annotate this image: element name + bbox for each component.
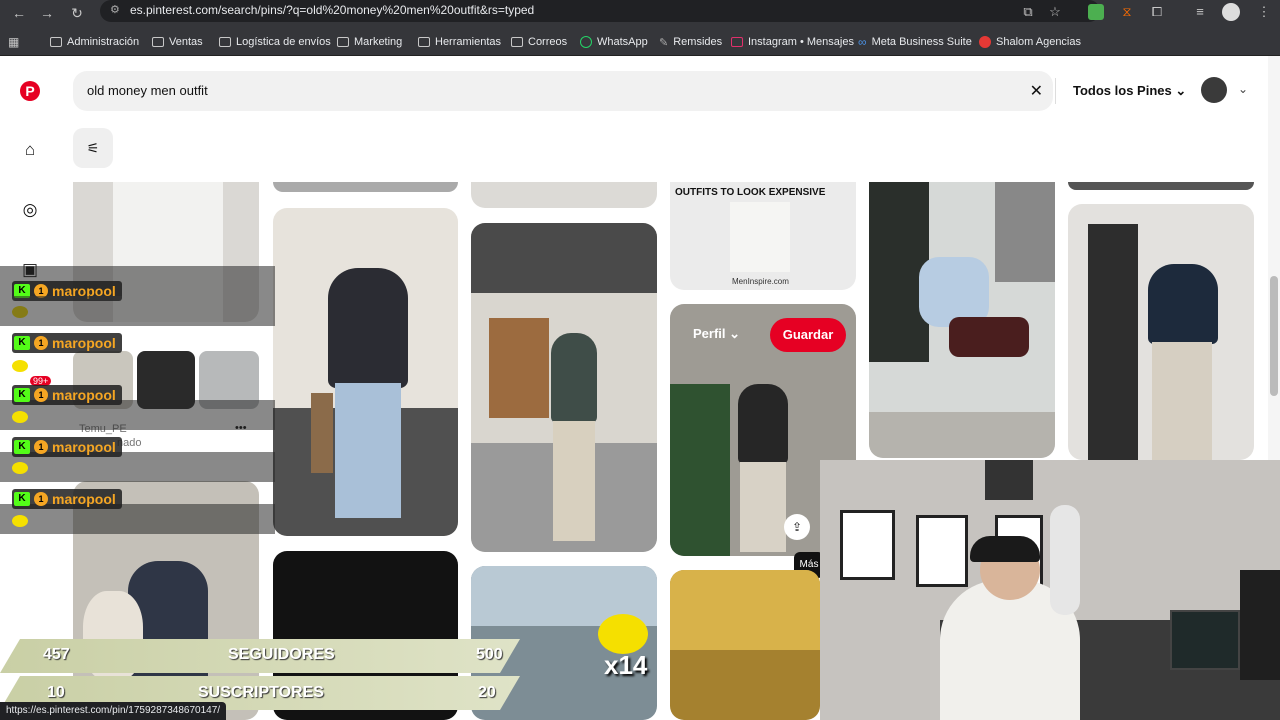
chevron-down-icon[interactable]: ⌄ [1238, 82, 1248, 96]
webcam-overlay [820, 460, 1280, 720]
menu-icon[interactable]: ⋮ [1254, 2, 1274, 22]
browser-toolbar: ← → ↻ ⚙ es.pinterest.com/search/pins/?q=… [0, 0, 1280, 28]
avatar[interactable] [1201, 77, 1227, 103]
site-info-icon[interactable]: ⚙ [110, 3, 120, 16]
pin-card[interactable] [471, 223, 657, 552]
subscribers-current: 10 [47, 684, 65, 701]
pin-headline: OUTFITS TO LOOK EXPENSIVE [675, 187, 826, 198]
sub-badge-icon: 1 [34, 336, 48, 350]
sub-badge-icon: 1 [34, 492, 48, 506]
reading-list-icon[interactable]: ≡ [1190, 2, 1210, 22]
emote-icon [12, 462, 28, 474]
pin-card[interactable] [869, 182, 1055, 458]
folder-icon [152, 37, 164, 47]
search-bar[interactable]: old money men outfit ✕ [73, 71, 1053, 111]
monitor [1170, 610, 1240, 670]
meta-icon: ∞ [858, 35, 867, 49]
search-input[interactable]: old money men outfit [87, 83, 208, 98]
folder-icon [50, 37, 62, 47]
link-status-bar: https://es.pinterest.com/pin/17592873486… [0, 702, 227, 720]
bee-emote-icon [598, 614, 648, 654]
kick-icon: K [14, 440, 30, 454]
bookmark-shalom[interactable]: Shalom Agencias [979, 33, 1081, 51]
scrollbar-thumb[interactable] [1270, 276, 1278, 396]
home-icon[interactable]: ⌂ [20, 140, 40, 160]
folder-icon [418, 37, 430, 47]
wall-poster [840, 510, 895, 580]
pin-card[interactable] [1068, 182, 1254, 190]
emote-icon [12, 411, 28, 423]
chevron-down-icon: ⌄ [1175, 83, 1187, 98]
emote-icon [12, 360, 28, 372]
remsides-icon: ✎ [659, 36, 669, 49]
save-button[interactable]: Guardar [770, 318, 846, 352]
folder-icon [219, 37, 231, 47]
chat-message: K1 maropool [12, 437, 122, 457]
apps-grid-icon[interactable]: ▦ [8, 33, 19, 51]
address-bar[interactable]: ⚙ es.pinterest.com/search/pins/?q=old%20… [100, 0, 1100, 22]
bookmark-instagram[interactable]: Instagram • Mensajes [731, 33, 854, 51]
followers-current: 457 [43, 646, 70, 663]
bookmark-folder[interactable]: Herramientas [418, 33, 501, 51]
extension-icon[interactable]: ⧖ [1117, 2, 1137, 22]
pin-card[interactable] [670, 570, 820, 720]
bookmark-folder[interactable]: Marketing [337, 33, 402, 51]
whatsapp-icon [580, 36, 592, 48]
bookmark-folder[interactable]: Logística de envíos [219, 33, 331, 51]
chat-message: K1 maropool [12, 489, 122, 509]
reload-icon[interactable]: ↻ [66, 2, 88, 24]
wall-poster [916, 515, 968, 587]
back-icon[interactable]: ← [8, 2, 30, 24]
chat-row [0, 296, 275, 326]
extension-icon[interactable] [1088, 4, 1104, 20]
bookmark-folder[interactable]: Ventas [152, 33, 203, 51]
folder-icon [511, 37, 523, 47]
bookmark-folder[interactable]: Correos [511, 33, 567, 51]
url-text: es.pinterest.com/search/pins/?q=old%20mo… [130, 3, 535, 17]
pin-filter-dropdown[interactable]: Todos los Pines ⌄ [1073, 83, 1186, 99]
followers-goal: 500 [476, 646, 503, 663]
sliders-icon: ⚟ [86, 140, 100, 156]
emote-icon [12, 515, 28, 527]
chat-message: K1 maropool [12, 333, 122, 353]
extensions-puzzle-icon[interactable]: ⧠ [1147, 2, 1167, 22]
kick-icon: K [14, 336, 30, 350]
search-divider [1055, 78, 1056, 104]
folder-icon [337, 37, 349, 47]
sub-badge-icon: 1 [34, 388, 48, 402]
pin-card[interactable] [273, 208, 458, 536]
kick-icon: K [14, 388, 30, 402]
followers-label: SEGUIDORES [228, 646, 335, 663]
instagram-icon [731, 37, 743, 47]
pin-card[interactable] [1068, 204, 1254, 460]
kick-icon: K [14, 492, 30, 506]
subscribers-label: SUSCRIPTORES [198, 684, 324, 701]
bookmark-remsides[interactable]: ✎ Remsides [659, 33, 722, 51]
skateboard [1050, 505, 1080, 615]
bookmark-whatsapp[interactable]: WhatsApp [580, 33, 648, 51]
combo-counter: x14 [604, 650, 648, 680]
profile-avatar[interactable] [1222, 3, 1240, 21]
explore-icon[interactable]: ◎ [20, 200, 40, 220]
shalom-icon [979, 36, 991, 48]
forward-icon[interactable]: → [36, 2, 58, 24]
star-icon[interactable]: ☆ [1045, 2, 1065, 22]
share-icon[interactable]: ⇪ [784, 514, 810, 540]
chevron-down-icon: ⌄ [729, 326, 741, 341]
pin-card[interactable] [471, 182, 657, 208]
pin-card[interactable] [273, 182, 458, 192]
chat-message: K1 maropool [12, 385, 122, 405]
filters-button[interactable]: ⚟ [73, 128, 113, 168]
pinterest-logo[interactable]: P [20, 81, 40, 101]
clear-search-icon[interactable]: ✕ [1030, 81, 1043, 101]
bookmark-folder[interactable]: Administración [50, 33, 139, 51]
profile-dropdown[interactable]: Perfil ⌄ [693, 326, 740, 342]
cast-icon[interactable]: ⧉ [1018, 2, 1038, 22]
bookmarks-bar: ▦ Administración Ventas Logística de env… [0, 28, 1280, 56]
bookmark-meta[interactable]: ∞ Meta Business Suite [858, 33, 972, 51]
sub-badge-icon: 1 [34, 440, 48, 454]
subscribers-goal: 20 [478, 684, 496, 701]
pin-card[interactable]: OUTFITS TO LOOK EXPENSIVE MenInspire.com [670, 182, 856, 290]
pin-watermark: MenInspire.com [732, 277, 789, 286]
